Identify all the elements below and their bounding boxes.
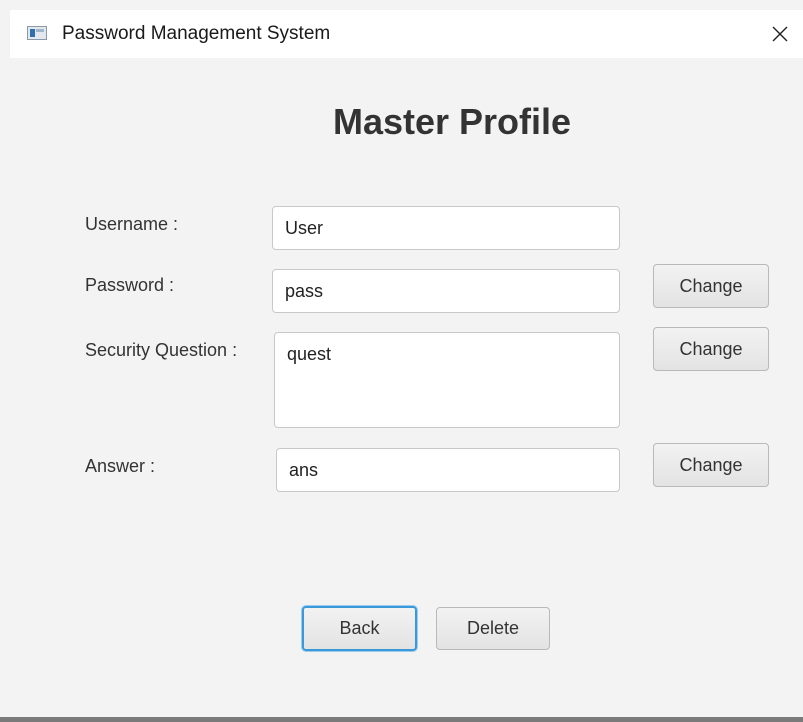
password-field[interactable] xyxy=(272,269,620,313)
username-label: Username : xyxy=(85,214,179,234)
security-question-label: Security Question : xyxy=(85,340,238,360)
change-answer-button[interactable]: Change xyxy=(653,443,769,487)
page-title: Master Profile xyxy=(332,101,572,142)
close-icon xyxy=(772,26,788,42)
answer-label: Answer : xyxy=(85,456,156,476)
change-password-button[interactable]: Change xyxy=(653,264,769,308)
title-bar: Password Management System xyxy=(10,10,803,58)
window-title: Password Management System xyxy=(62,23,331,44)
password-label: Password : xyxy=(85,275,175,295)
back-button[interactable]: Back xyxy=(302,606,417,651)
app-window-icon xyxy=(27,26,47,40)
security-question-field[interactable]: quest xyxy=(274,332,620,428)
change-security-question-button[interactable]: Change xyxy=(653,327,769,371)
app-window: Password Management System Master Profil… xyxy=(0,0,803,722)
answer-field[interactable] xyxy=(276,448,620,492)
master-profile-panel: Master Profile Username : Password : Cha… xyxy=(10,58,803,718)
window-bottom-border xyxy=(0,717,803,722)
username-field[interactable] xyxy=(272,206,620,250)
delete-button[interactable]: Delete xyxy=(436,607,550,650)
close-button[interactable] xyxy=(757,10,803,58)
